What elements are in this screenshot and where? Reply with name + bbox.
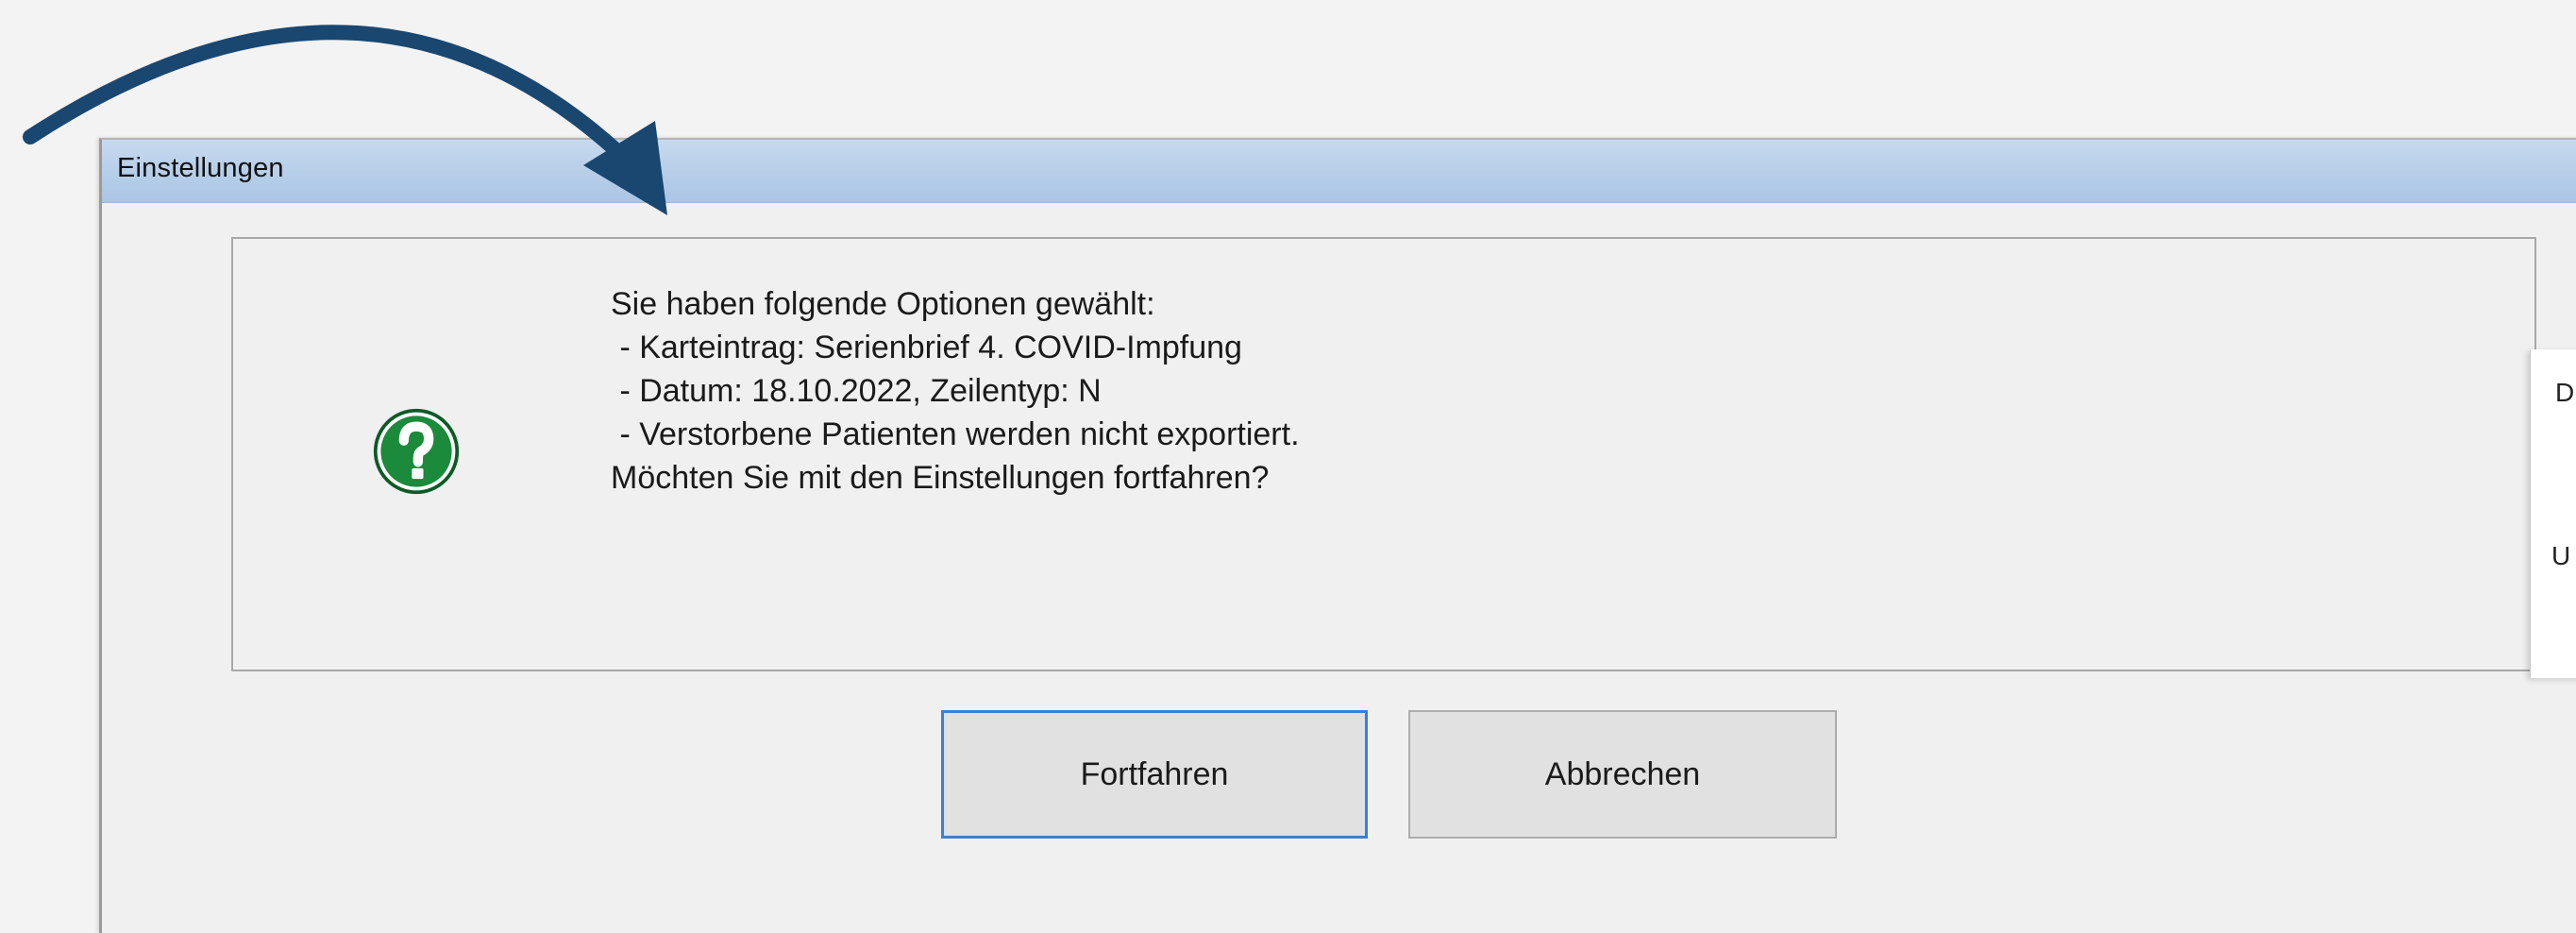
message-line: - Verstorbene Patienten werden nicht exp…	[611, 416, 1300, 452]
message-line: - Karteintrag: Serienbrief 4. COVID-Impf…	[611, 330, 1242, 365]
background-label-bottom: U	[2551, 541, 2571, 570]
background-label-top: D	[2555, 378, 2575, 407]
annotation-arrow	[23, 25, 667, 215]
question-icon	[373, 408, 460, 495]
message-line: Sie haben folgende Optionen gewählt:	[611, 286, 1155, 322]
message-line: - Datum: 18.10.2022, Zeilentyp: N	[611, 373, 1102, 409]
message-text: Sie haben folgende Optionen gewählt: - K…	[611, 282, 1300, 500]
message-panel: Sie haben folgende Optionen gewählt: - K…	[231, 237, 2536, 671]
settings-dialog: Einstellungen Sie haben folgende Optione…	[99, 138, 2576, 933]
background-window-edge: D U	[2530, 349, 2576, 678]
continue-button[interactable]: Fortfahren	[941, 710, 1368, 839]
message-line: Möchten Sie mit den Einstellungen fortfa…	[611, 460, 1270, 496]
cancel-button[interactable]: Abbrechen	[1408, 710, 1837, 839]
